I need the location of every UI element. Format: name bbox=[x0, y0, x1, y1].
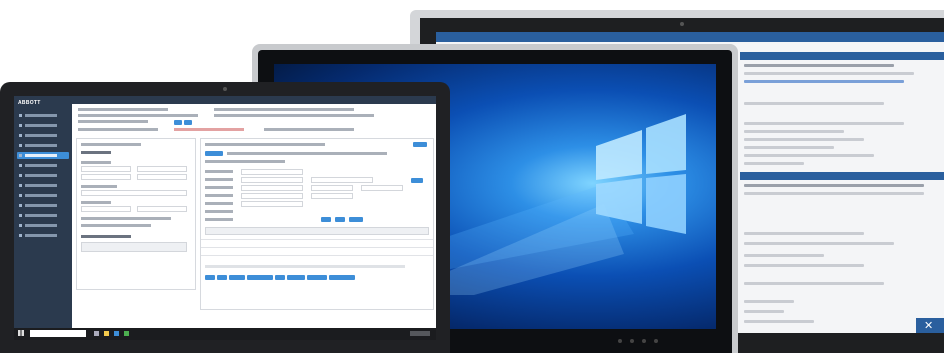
filter-button[interactable] bbox=[321, 217, 331, 222]
taskbar bbox=[14, 328, 436, 340]
sidebar-item[interactable] bbox=[17, 172, 69, 179]
form-field[interactable] bbox=[81, 206, 131, 212]
top-bar bbox=[72, 96, 436, 104]
results-table-header bbox=[205, 227, 429, 235]
close-panel-button[interactable]: ✕ bbox=[916, 318, 944, 333]
window-titlebar bbox=[436, 32, 944, 42]
filter-button[interactable] bbox=[349, 217, 363, 222]
footer-button[interactable] bbox=[275, 275, 285, 280]
app-logo: ABBOTT bbox=[18, 100, 41, 106]
form-field[interactable] bbox=[311, 177, 373, 183]
footer-button[interactable] bbox=[217, 275, 227, 280]
window-pane-tl bbox=[596, 130, 642, 180]
footer-button[interactable] bbox=[247, 275, 273, 280]
form-field[interactable] bbox=[311, 185, 353, 191]
laptop-webcam bbox=[223, 87, 227, 91]
footer-button[interactable] bbox=[287, 275, 305, 280]
sidebar-item[interactable] bbox=[17, 182, 69, 189]
search-button[interactable] bbox=[411, 178, 423, 183]
form-field[interactable] bbox=[241, 185, 303, 191]
footer-button[interactable] bbox=[205, 275, 215, 280]
browser-icon[interactable] bbox=[114, 331, 119, 336]
webcam bbox=[680, 22, 684, 26]
sidebar: ABBOTT bbox=[14, 96, 72, 328]
clock bbox=[410, 331, 430, 336]
results-header bbox=[740, 172, 944, 180]
taskbar-icon[interactable] bbox=[94, 331, 99, 336]
action-button[interactable] bbox=[174, 120, 182, 125]
table-header bbox=[81, 242, 187, 252]
form-field[interactable] bbox=[81, 174, 131, 180]
sidebar-item[interactable] bbox=[17, 222, 69, 229]
footer-button[interactable] bbox=[329, 275, 355, 280]
laptop: ABBOTT bbox=[0, 82, 450, 353]
form-field[interactable] bbox=[241, 177, 303, 183]
sidebar-item[interactable] bbox=[17, 162, 69, 169]
app-icon[interactable] bbox=[124, 331, 129, 336]
close-icon: ✕ bbox=[924, 320, 934, 332]
action-button[interactable] bbox=[184, 120, 192, 125]
footer-button[interactable] bbox=[307, 275, 327, 280]
sidebar-item[interactable] bbox=[17, 232, 69, 239]
sidebar-item-active[interactable] bbox=[17, 152, 69, 159]
sidebar-item[interactable] bbox=[17, 142, 69, 149]
content-panel bbox=[200, 138, 434, 310]
form-field[interactable] bbox=[241, 169, 303, 175]
taskbar-search-box[interactable] bbox=[30, 330, 86, 337]
form-field[interactable] bbox=[81, 190, 187, 196]
sidebar-item[interactable] bbox=[17, 132, 69, 139]
footer-button[interactable] bbox=[229, 275, 245, 280]
window-pane-br bbox=[646, 174, 686, 234]
form-panel bbox=[76, 138, 196, 290]
tab-active[interactable] bbox=[205, 151, 223, 156]
window-pane-tr bbox=[646, 114, 686, 174]
laptop-screen: ABBOTT bbox=[14, 96, 436, 340]
sidebar-item[interactable] bbox=[17, 112, 69, 119]
form-field[interactable] bbox=[241, 193, 303, 199]
form-field[interactable] bbox=[81, 166, 131, 172]
form-field[interactable] bbox=[311, 193, 353, 199]
sidebar-item[interactable] bbox=[17, 202, 69, 209]
sidebar-item[interactable] bbox=[17, 212, 69, 219]
form-field[interactable] bbox=[241, 201, 303, 207]
folder-icon[interactable] bbox=[104, 331, 109, 336]
form-field[interactable] bbox=[361, 185, 403, 191]
form-field[interactable] bbox=[137, 206, 187, 212]
form-field[interactable] bbox=[137, 174, 187, 180]
sidebar-item[interactable] bbox=[17, 192, 69, 199]
start-icon[interactable] bbox=[18, 330, 24, 336]
orders-header bbox=[740, 52, 944, 60]
panel-button[interactable] bbox=[413, 142, 427, 147]
sidebar-item[interactable] bbox=[17, 122, 69, 129]
form-field[interactable] bbox=[137, 166, 187, 172]
filter-button[interactable] bbox=[335, 217, 345, 222]
